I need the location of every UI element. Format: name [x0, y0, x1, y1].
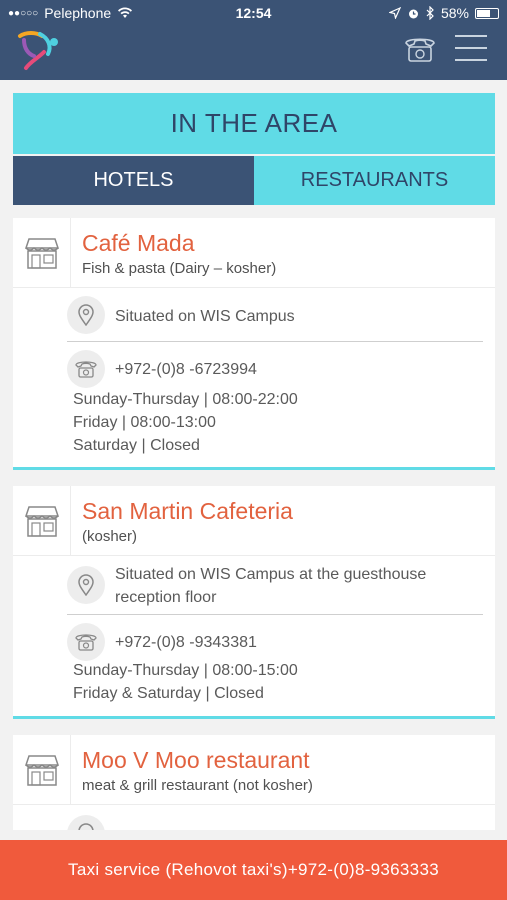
category-tabs: HOTELS RESTAURANTS [13, 156, 495, 205]
battery-icon [475, 7, 499, 19]
card-header: Café Mada Fish & pasta (Dairy – kosher) [13, 218, 495, 288]
location-text: Situated on WIS Campus [115, 308, 295, 325]
restaurant-name: Moo V Moo restaurant [82, 747, 310, 773]
hours-line: Friday & Saturday | Closed [73, 685, 264, 702]
card-header: San Martin Cafeteria (kosher) [13, 486, 495, 556]
location-pin-icon [67, 296, 105, 334]
status-right: 58% [388, 5, 499, 21]
bluetooth-icon [426, 6, 434, 20]
phone-icon[interactable] [403, 34, 437, 64]
restaurant-card[interactable]: San Martin Cafeteria (kosher) Situated o… [13, 486, 495, 716]
location-arrow-icon [388, 7, 401, 19]
hamburger-menu-icon[interactable] [455, 34, 487, 62]
card-header: Moo V Moo restaurant meat & grill restau… [13, 735, 495, 805]
store-icon [13, 735, 71, 805]
restaurant-card[interactable]: Moo V Moo restaurant meat & grill restau… [13, 735, 495, 830]
status-bar: ●●○○○ Pelephone 12:54 58% [0, 0, 507, 26]
phone-number[interactable]: +972-(0)8 -6723994 [115, 358, 257, 381]
location-pin-icon [67, 815, 105, 830]
phone-row[interactable]: +972-(0)8 -9343381 [67, 615, 483, 667]
app-header [0, 26, 507, 80]
phone-icon [67, 350, 105, 388]
restaurant-name: Café Mada [82, 230, 195, 256]
app-logo[interactable] [14, 28, 64, 72]
restaurant-cuisine: Fish & pasta (Dairy – kosher) [82, 260, 277, 277]
phone-number[interactable]: +972-(0)8 -9343381 [115, 631, 257, 654]
battery-percent: 58% [440, 5, 469, 21]
taxi-service-bar[interactable]: Taxi service (Rehovot taxi's)+972-(0)8-9… [0, 840, 507, 900]
store-icon [13, 218, 71, 288]
restaurant-cuisine: meat & grill restaurant (not kosher) [82, 777, 313, 794]
card-divider [13, 467, 495, 470]
location-pin-icon [67, 566, 105, 604]
tab-hotels[interactable]: HOTELS [13, 156, 254, 205]
location-line: Situated on WIS Campus at the guesthouse [115, 566, 427, 583]
location-row: Situated on WIS Campus [67, 288, 483, 342]
phone-icon [67, 623, 105, 661]
store-icon [13, 486, 71, 556]
hours-line: Saturday | Closed [73, 437, 200, 454]
hours-line: Friday | 08:00-13:00 [73, 414, 216, 431]
location-row [67, 805, 483, 830]
page-title: IN THE AREA [13, 93, 495, 154]
location-text: Situated on WIS Campus at the guesthouse… [115, 563, 426, 609]
card-divider [13, 716, 495, 719]
opening-hours: Sunday-Thursday | 08:00-22:00 Friday | 0… [73, 388, 495, 457]
location-line: reception floor [115, 589, 217, 606]
alarm-icon [408, 9, 418, 18]
location-row: Situated on WIS Campus at the guesthouse… [67, 556, 483, 615]
restaurant-card[interactable]: Café Mada Fish & pasta (Dairy – kosher) … [13, 218, 495, 467]
restaurant-cuisine: (kosher) [82, 528, 138, 545]
restaurant-name: San Martin Cafeteria [82, 498, 293, 524]
phone-row[interactable]: +972-(0)8 -6723994 [67, 342, 483, 394]
tab-restaurants[interactable]: RESTAURANTS [254, 156, 495, 205]
